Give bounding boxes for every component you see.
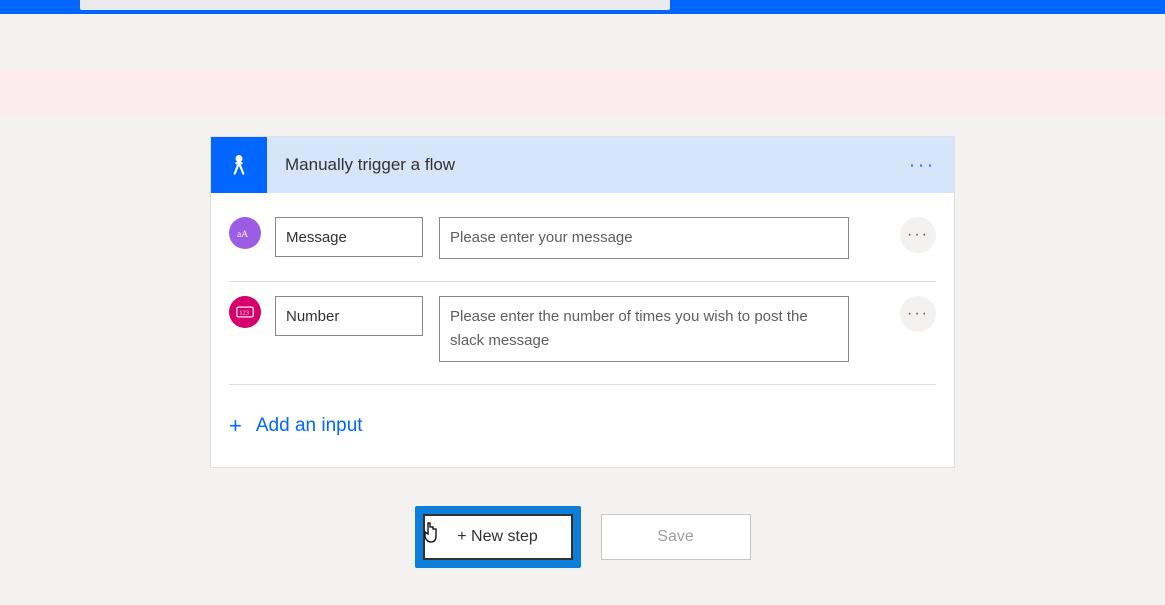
svg-text:aA: aA [237,229,248,239]
input-row-more-button[interactable]: ··· [900,217,936,253]
new-step-highlight: + New step [415,506,581,568]
input-row-more-button[interactable]: ··· [900,296,936,332]
plus-icon: + [229,413,242,439]
input-row: aA Please enter your message ··· [229,203,936,282]
input-prompt-field[interactable]: Please enter the number of times you wis… [439,296,849,362]
input-name-field[interactable] [275,217,423,257]
input-prompt-field[interactable]: Please enter your message [439,217,849,259]
trigger-card: Manually trigger a flow ··· aA Please en… [210,136,955,468]
input-row: 123 Please enter the number of times you… [229,282,936,385]
input-name-field[interactable] [275,296,423,336]
inputs-section: aA Please enter your message ··· 123 Ple… [211,193,954,385]
svg-text:123: 123 [239,309,250,316]
text-type-icon: aA [229,217,261,249]
new-step-button[interactable]: + New step [423,514,573,560]
save-button[interactable]: Save [601,514,751,560]
search-input[interactable] [80,0,670,10]
notification-banner [0,70,1165,116]
app-top-bar [0,0,1165,14]
footer-actions: + New step Save [0,506,1165,568]
number-type-icon: 123 [229,296,261,328]
card-header[interactable]: Manually trigger a flow ··· [211,137,954,193]
card-more-button[interactable]: ··· [909,155,936,176]
trigger-icon [211,137,267,193]
card-title: Manually trigger a flow [267,155,455,175]
add-input-label: Add an input [256,415,363,437]
add-input-button[interactable]: + Add an input [211,385,954,467]
